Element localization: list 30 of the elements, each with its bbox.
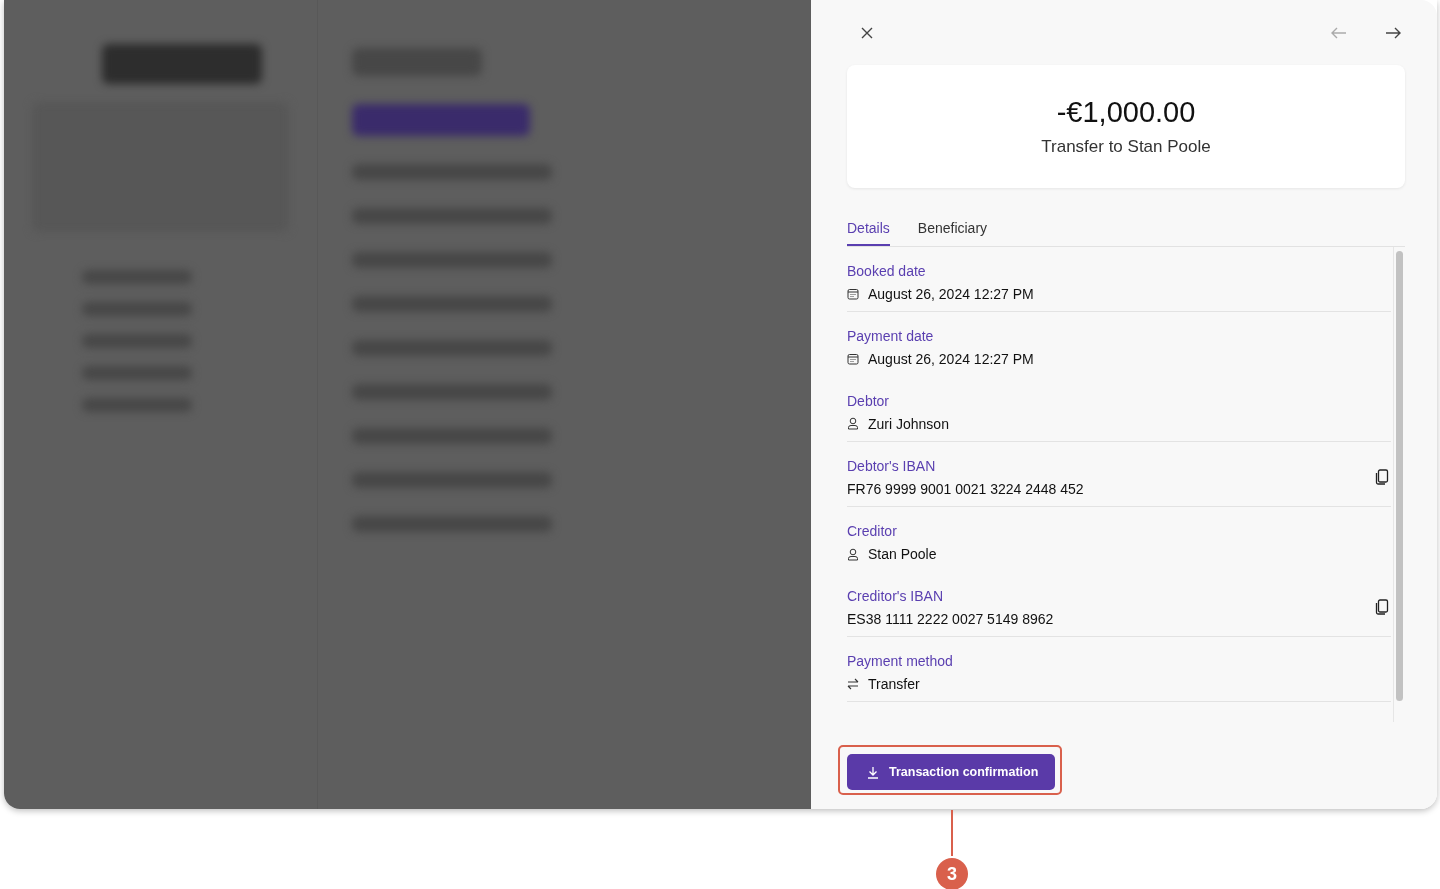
- detail-value: Zuri Johnson: [868, 415, 949, 432]
- detail-value: August 26, 2024 12:27 PM: [868, 285, 1034, 302]
- copy-button[interactable]: [1375, 599, 1389, 615]
- download-icon: [867, 765, 879, 779]
- detail-label: Debtor's IBAN: [847, 457, 937, 474]
- detail-label: Creditor's IBAN: [847, 587, 945, 604]
- swap-arrows-icon: [847, 677, 859, 690]
- calendar-icon: [847, 287, 859, 300]
- scrollbar-thumb[interactable]: [1396, 251, 1403, 701]
- detail-value: ES38 1111 2222 0027 5149 8962: [847, 610, 1054, 627]
- detail-value: August 26, 2024 12:27 PM: [868, 351, 1034, 367]
- person-icon: [847, 547, 859, 561]
- callout-number: 3: [936, 858, 968, 889]
- leader-line: [951, 810, 953, 856]
- detail-label: Booked date: [847, 262, 927, 279]
- detail-value: FR76 9999 9001 0021 3224 2448 452: [847, 480, 1084, 497]
- tab[interactable]: Details: [847, 218, 890, 246]
- detail-label: Debtor: [847, 392, 891, 409]
- transaction-title: Transfer to Stan Poole: [1041, 137, 1211, 157]
- person-icon: [847, 417, 859, 430]
- detail-value: Stan Poole: [868, 546, 937, 562]
- download-button[interactable]: Transaction confirmation: [847, 754, 1056, 790]
- calendar-icon: [847, 353, 859, 365]
- detail-label: Creditor: [847, 523, 898, 539]
- detail-value: Transfer: [868, 675, 920, 692]
- detail-label: Payment method: [847, 652, 953, 669]
- transaction-amount: -€1,000.00: [1056, 96, 1196, 129]
- tab[interactable]: Beneficiary: [917, 218, 988, 246]
- copy-button[interactable]: [1375, 469, 1389, 485]
- detail-label: Payment date: [847, 328, 935, 344]
